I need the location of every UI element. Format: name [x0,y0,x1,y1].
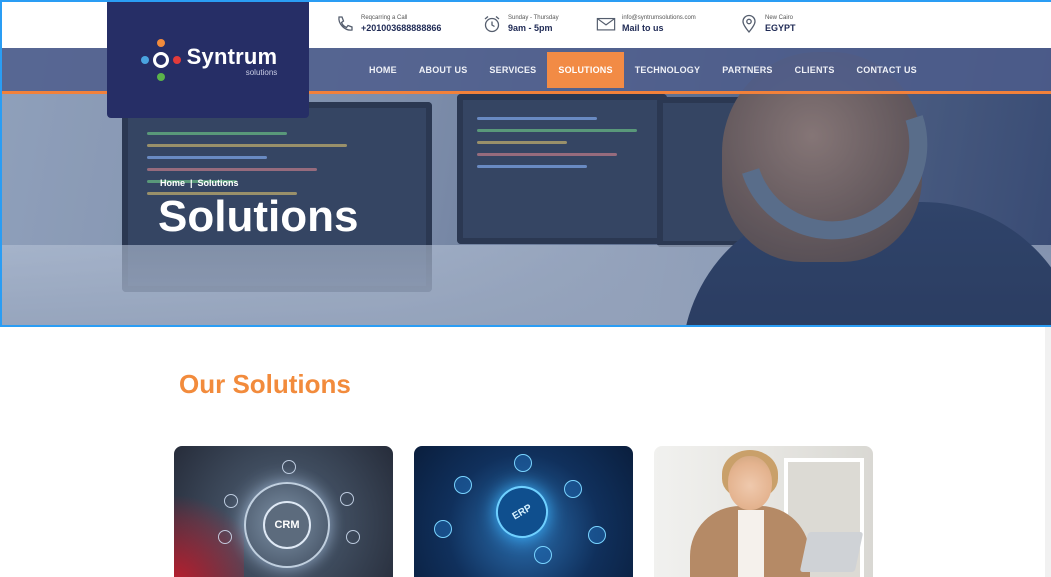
envelope-icon [596,14,616,34]
page-title: Solutions [158,192,359,241]
solution-card-business[interactable] [654,446,873,577]
nav-solutions[interactable]: SOLUTIONS [547,51,624,88]
logo-mark-icon [139,38,183,82]
solution-card-crm[interactable]: CRM [174,446,393,577]
section-heading: Our Solutions [179,369,351,399]
call-info[interactable]: Reqcarring a Call +201003688888866 [335,14,441,34]
call-label: Reqcarring a Call [361,15,408,21]
map-pin-icon [739,14,759,34]
page: Reqcarring a Call +201003688888866 Sunda… [0,0,1051,577]
crm-badge: CRM [263,501,311,549]
breadcrumb-home[interactable]: Home [160,178,185,188]
nav-about-us[interactable]: ABOUT US [408,52,479,88]
solution-card-erp[interactable]: ERP [414,446,633,577]
logo-name: Syntrum [186,43,278,69]
nav-services[interactable]: SERVICES [478,52,547,88]
erp-image: ERP [486,476,558,548]
main-nav: HOME ABOUT US SERVICES SOLUTIONS TECHNOL… [358,48,928,91]
phone-icon [335,14,355,34]
breadcrumb-separator: | [190,178,193,188]
erp-badge: ERP [510,502,534,522]
breadcrumb-current: Solutions [197,178,239,188]
breadcrumb: Home | Solutions [160,178,239,188]
mail-to-us-link[interactable]: Mail to us [622,24,696,33]
hero-banner: Reqcarring a Call +201003688888866 Sunda… [0,0,1051,327]
site-logo[interactable]: Syntrum solutions [107,2,309,118]
logo-tagline: solutions [245,67,278,77]
mail-address: info@syntrumsolutions.com [622,15,696,21]
nav-technology[interactable]: TECHNOLOGY [624,52,712,88]
nav-clients[interactable]: CLIENTS [784,52,846,88]
hours-label: Sunday - Thursday [508,15,559,21]
location-info: New Cairo EGYPT [739,14,796,34]
scrollbar-track[interactable] [1045,327,1051,577]
nav-home[interactable]: HOME [358,52,408,88]
location-country: EGYPT [765,23,796,33]
nav-contact-us[interactable]: CONTACT US [846,52,928,88]
nav-partners[interactable]: PARTNERS [711,52,783,88]
location-city: New Cairo [765,15,794,21]
crm-image: CRM [218,460,360,568]
call-number: +201003688888866 [361,23,442,33]
hours-value: 9am - 5pm [508,23,553,33]
hours-info: Sunday - Thursday 9am - 5pm [482,14,559,34]
alarm-clock-icon [482,14,502,34]
mail-info[interactable]: info@syntrumsolutions.com Mail to us [596,14,696,34]
